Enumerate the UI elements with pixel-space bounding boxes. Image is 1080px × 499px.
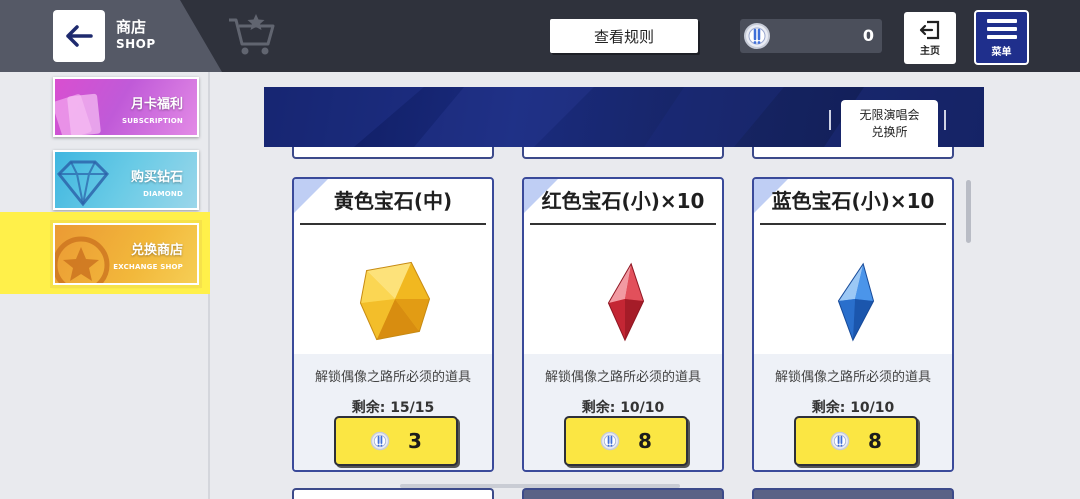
sidebar-item-sublabel: EXCHANGE SHOP — [113, 263, 183, 271]
hamburger-bar — [986, 27, 1017, 31]
item-remaining: 剩余: 10/10 — [581, 400, 665, 416]
sidebar-item-subscription[interactable]: 月卡福利 SUBSCRIPTION — [53, 77, 199, 137]
card-peek-top — [522, 147, 724, 159]
item-price: 3 — [408, 429, 422, 453]
shop-item-card[interactable]: 红色宝石(小)×10 解锁偶像之路所必须的道具 剩余: 10/10 8 — [522, 177, 724, 472]
item-name: 黄色宝石(中) — [333, 189, 453, 213]
exchange-coin-icon — [743, 22, 771, 54]
hamburger-bar — [986, 35, 1017, 39]
top-bar: 商店 SHOP 查看规则 0 主页 菜单 — [0, 0, 1080, 72]
arrow-left-icon — [66, 25, 93, 47]
item-name: 红色宝石(小)×10 — [541, 189, 705, 213]
divider — [530, 223, 716, 225]
sidebar-item-exchange-shop[interactable]: 兑换商店 EXCHANGE SHOP — [50, 220, 202, 288]
buy-button[interactable]: 8 — [794, 416, 918, 466]
blue-gem-icon — [837, 262, 875, 342]
exchange-coin-icon — [370, 431, 390, 451]
currency-display: 0 — [740, 19, 882, 53]
cards-icon — [55, 93, 101, 135]
divider — [300, 223, 486, 225]
buy-button[interactable]: 8 — [564, 416, 688, 466]
diamond-icon — [56, 160, 110, 207]
item-price: 8 — [868, 429, 882, 453]
sidebar: 月卡福利 SUBSCRIPTION 购买钻石 DIAMOND 兑换商店 EXCH… — [0, 72, 210, 499]
banner-separator — [829, 110, 831, 130]
card-peek-bottom — [292, 488, 494, 499]
divider — [760, 223, 946, 225]
sidebar-item-sublabel: DIAMOND — [143, 190, 183, 198]
view-rules-button[interactable]: 查看规则 — [550, 19, 698, 53]
home-button[interactable]: 主页 — [904, 12, 956, 64]
item-remaining: 剩余: 10/10 — [811, 400, 895, 416]
sidebar-item-sublabel: SUBSCRIPTION — [122, 117, 183, 125]
horizontal-scrollbar[interactable] — [400, 484, 680, 488]
shop-item-card[interactable]: 蓝色宝石(小)×10 解锁偶像之路所必须的道具 剩余: 10/10 8 — [752, 177, 954, 472]
card-peek-bottom — [522, 488, 724, 499]
exchange-coin-icon — [600, 431, 620, 451]
item-price: 8 — [638, 429, 652, 453]
item-description: 解锁偶像之路所必须的道具 — [314, 370, 471, 385]
item-description: 解锁偶像之路所必须的道具 — [774, 370, 931, 385]
shop-item-card[interactable]: 黄色宝石(中) 解锁偶像之路所必须的道具 剩余: 15/15 3 — [292, 177, 494, 472]
sidebar-item-diamond[interactable]: 购买钻石 DIAMOND — [53, 150, 199, 210]
tab-label-line1: 无限演唱会 — [859, 108, 920, 122]
item-name: 蓝色宝石(小)×10 — [771, 189, 935, 213]
shopping-cart-icon — [229, 14, 275, 55]
star-medal-icon — [55, 236, 110, 283]
home-button-label: 主页 — [920, 46, 940, 57]
page-title: 商店 SHOP — [116, 18, 156, 52]
page-title-en: SHOP — [116, 37, 156, 51]
buy-button[interactable]: 3 — [334, 416, 458, 466]
card-peek-top — [292, 147, 494, 159]
red-gem-icon — [607, 262, 645, 342]
yellow-gem-icon — [359, 261, 431, 341]
menu-button-label: 菜单 — [991, 47, 1012, 58]
item-remaining: 剩余: 15/15 — [351, 400, 435, 416]
hamburger-icon — [986, 19, 1017, 23]
tab-infinite-concert-exchange[interactable]: 无限演唱会 兑换所 — [841, 100, 938, 148]
card-peek-bottom — [752, 488, 954, 499]
menu-button[interactable]: 菜单 — [974, 10, 1029, 65]
sidebar-item-label: 购买钻石 — [130, 170, 183, 185]
sidebar-item-label: 月卡福利 — [130, 97, 183, 112]
exit-door-icon — [919, 20, 940, 40]
item-description: 解锁偶像之路所必须的道具 — [544, 370, 701, 385]
back-button[interactable] — [53, 10, 105, 62]
card-peek-top — [752, 147, 954, 159]
sidebar-item-label: 兑换商店 — [130, 243, 183, 258]
exchange-coin-icon — [830, 431, 850, 451]
tab-label-line2: 兑换所 — [871, 125, 908, 139]
currency-amount: 0 — [862, 26, 874, 45]
vertical-scrollbar[interactable] — [966, 180, 971, 243]
banner-separator — [944, 110, 946, 130]
top-bar-accent — [0, 0, 222, 72]
page-title-cn: 商店 — [116, 18, 147, 36]
